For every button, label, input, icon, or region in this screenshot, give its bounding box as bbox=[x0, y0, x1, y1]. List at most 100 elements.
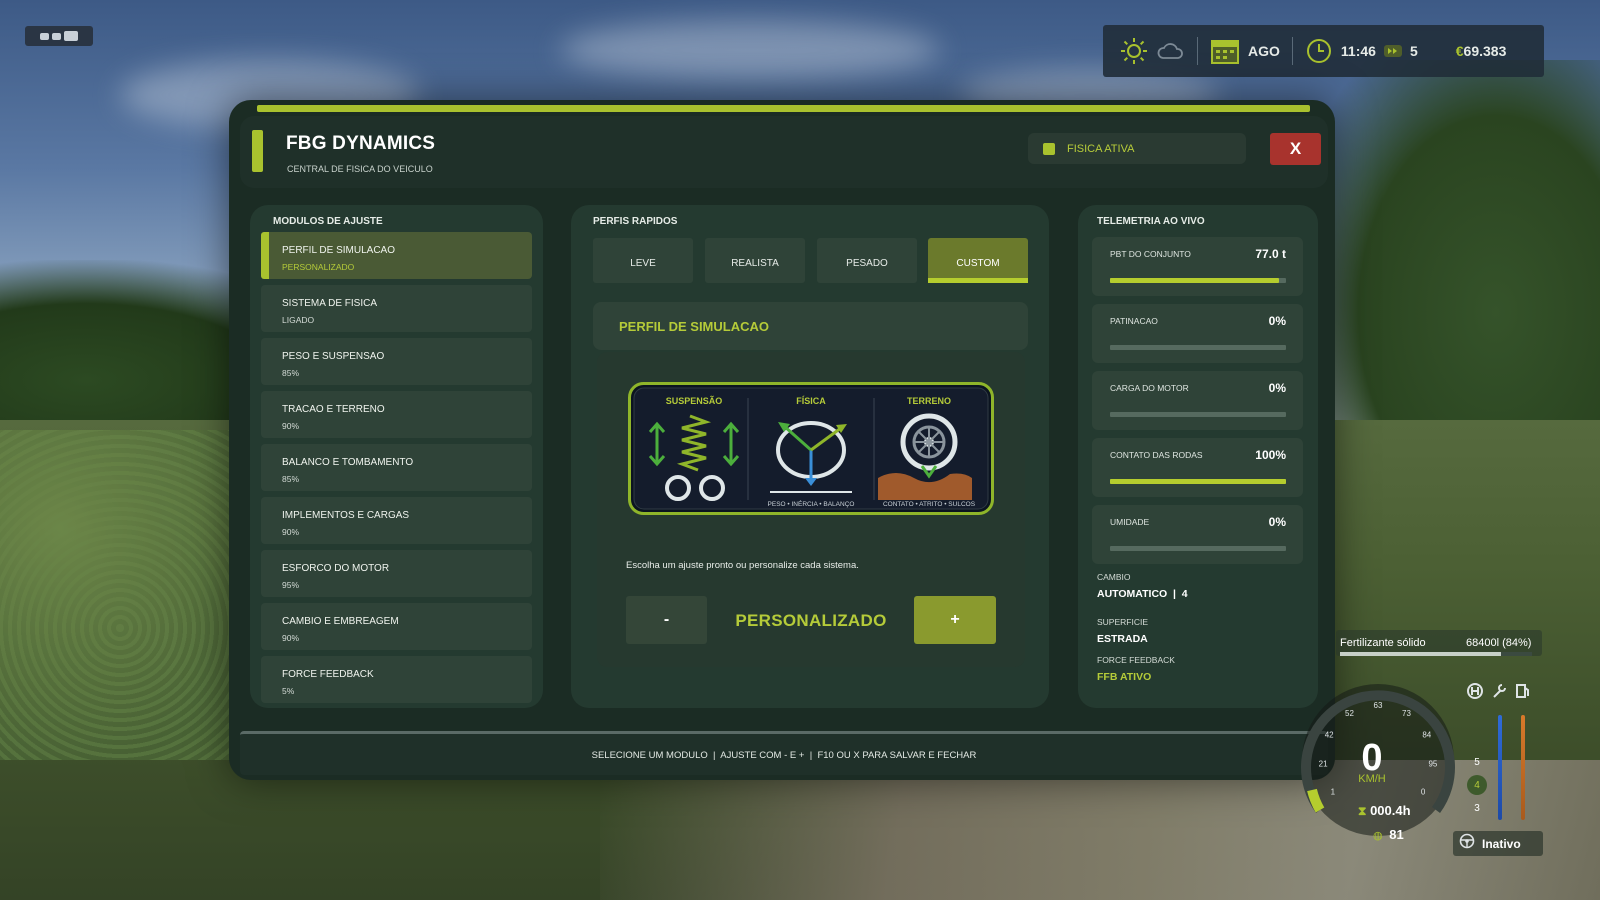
telemetry-label: UMIDADE bbox=[1110, 517, 1150, 527]
gearbox-label: CAMBIO bbox=[1097, 572, 1131, 582]
surface-label: SUPERFICIE bbox=[1097, 617, 1149, 627]
telemetry-bar bbox=[1110, 278, 1286, 283]
modules-heading: MODULOS DE AJUSTE bbox=[273, 216, 383, 227]
panel-title: FBG DYNAMICS bbox=[286, 133, 436, 154]
fuel-bar bbox=[1521, 715, 1525, 820]
module-item-tracao-e-terreno[interactable]: TRACAO E TERRENO 90% bbox=[261, 391, 532, 438]
cloud bbox=[560, 20, 940, 80]
fuel-icon: ◍ bbox=[1373, 830, 1383, 842]
vehicle-combination-indicator bbox=[25, 26, 93, 46]
speed-unit: KM/H bbox=[1358, 773, 1386, 785]
gauge-tick-label: 73 bbox=[1402, 709, 1411, 718]
status-indicator-icon bbox=[1043, 142, 1055, 155]
fuel-pump-icon bbox=[1514, 682, 1532, 705]
cruise-status-badge: Inativo bbox=[1453, 831, 1543, 856]
header-accent bbox=[252, 130, 263, 172]
operating-hours-value: 000.4h bbox=[1370, 803, 1411, 818]
module-item-sistema-de-fisica[interactable]: SISTEMA DE FISICA LIGADO bbox=[261, 285, 532, 332]
module-item-balanco-e-tombamento[interactable]: BALANCO E TOMBAMENTO 85% bbox=[261, 444, 532, 491]
module-value: 85% bbox=[282, 474, 300, 484]
gauge-tick-label: 21 bbox=[1319, 760, 1328, 769]
profile-hint-text: Escolha um ajuste pronto ou personalize … bbox=[626, 560, 859, 571]
gear-indicator-active: 4 bbox=[1467, 775, 1487, 795]
temperature-bar bbox=[1498, 715, 1502, 820]
telemetry-bar bbox=[1110, 479, 1286, 484]
vehicle-icon bbox=[40, 32, 49, 40]
ffb-value: FFB ATIVO bbox=[1097, 671, 1152, 683]
module-item-esforco-do-motor[interactable]: ESFORCO DO MOTOR 95% bbox=[261, 550, 532, 597]
module-item-implementos-e-cargas[interactable]: IMPLEMENTOS E CARGAS 90% bbox=[261, 497, 532, 544]
differential-icon bbox=[1466, 682, 1484, 705]
telemetry-heading: TELEMETRIA AO VIVO bbox=[1097, 216, 1205, 227]
tab-leve[interactable]: LEVE bbox=[593, 238, 693, 283]
telemetry-bar bbox=[1110, 412, 1286, 417]
cruise-status-label: Inativo bbox=[1482, 836, 1521, 851]
telemetry-bar bbox=[1110, 546, 1286, 551]
vehicle-icon bbox=[52, 32, 61, 40]
module-item-perfil-de-simulacao[interactable]: PERFIL DE SIMULACAO PERSONALIZADO bbox=[261, 232, 532, 279]
tab-pesado[interactable]: PESADO bbox=[817, 238, 917, 283]
money-label: 69.383 bbox=[1463, 43, 1507, 59]
telemetry-patinacao: PATINACAO 0% bbox=[1092, 304, 1303, 363]
diagram-caption-physics: PESO • INÉRCIA • BALANÇO bbox=[768, 499, 855, 508]
money: € 69.383 bbox=[1456, 43, 1507, 59]
footer-instructions: SELECIONE UM MODULO | AJUSTE COM - E + |… bbox=[591, 750, 977, 761]
profile-section-title: PERFIL DE SIMULACAO bbox=[619, 319, 769, 334]
vehicle-status-icons bbox=[1466, 682, 1532, 705]
diagram-label-terreno: TERRENO bbox=[907, 396, 951, 406]
module-item-peso-e-suspensao[interactable]: PESO E SUSPENSAO 85% bbox=[261, 338, 532, 385]
profiles-heading: PERFIS RAPIDOS bbox=[593, 216, 678, 227]
fast-forward-icon bbox=[1383, 45, 1402, 57]
weather bbox=[1119, 36, 1185, 66]
module-label: TRACAO E TERRENO bbox=[282, 404, 385, 415]
module-item-force-feedback[interactable]: FORCE FEEDBACK 5% bbox=[261, 656, 532, 703]
fill-level-bar bbox=[1340, 652, 1532, 656]
module-label: IMPLEMENTOS E CARGAS bbox=[282, 510, 410, 521]
module-value: LIGADO bbox=[282, 315, 315, 325]
gear-indicator-5: 5 bbox=[1474, 757, 1480, 768]
module-value: 90% bbox=[282, 527, 300, 537]
ffb-label: FORCE FEEDBACK bbox=[1097, 655, 1175, 665]
divider bbox=[1291, 37, 1293, 65]
module-item-cambio-e-embreagem[interactable]: CAMBIO E EMBREAGEM 90% bbox=[261, 603, 532, 650]
telemetry-label: PATINACAO bbox=[1110, 316, 1158, 326]
module-value: 5% bbox=[282, 686, 295, 696]
close-button[interactable]: X bbox=[1270, 133, 1321, 165]
decrease-button[interactable]: - bbox=[626, 596, 707, 644]
module-label: FORCE FEEDBACK bbox=[282, 669, 374, 680]
panel-accent-line bbox=[257, 105, 1310, 112]
panel-subtitle: CENTRAL DE FISICA DO VEICULO bbox=[287, 164, 433, 174]
gauge-tick-label: 63 bbox=[1374, 701, 1383, 710]
truck-icon bbox=[64, 31, 78, 41]
hourglass-icon: ⧗ bbox=[1358, 804, 1367, 818]
telemetry-bar-fill bbox=[1110, 479, 1286, 484]
status-label: FISICA ATIVA bbox=[1067, 142, 1135, 155]
module-label: PESO E SUSPENSAO bbox=[282, 351, 385, 362]
module-label: SISTEMA DE FISICA bbox=[282, 298, 378, 309]
gauge-tick-label: 42 bbox=[1325, 731, 1334, 740]
fill-amount-label: 68400l (84%) bbox=[1466, 637, 1532, 649]
tab-realista[interactable]: REALISTA bbox=[705, 238, 805, 283]
currency-icon: € bbox=[1455, 43, 1464, 59]
gear-indicator-3: 3 bbox=[1474, 803, 1480, 814]
fuel-level-value: 81 bbox=[1389, 827, 1404, 842]
telemetry-pbt: PBT DO CONJUNTO 77.0 t bbox=[1092, 237, 1303, 296]
gauge-tick-label: 84 bbox=[1422, 731, 1431, 740]
telemetry-bar bbox=[1110, 345, 1286, 350]
time-scale-label: 5 bbox=[1409, 43, 1418, 59]
gearbox-value: AUTOMATICO | 4 bbox=[1097, 588, 1188, 600]
profile-value: PERSONALIZADO bbox=[735, 611, 887, 630]
telemetry-bar-fill bbox=[1110, 278, 1279, 283]
module-value: 90% bbox=[282, 421, 300, 431]
fuel-level: ◍ 81 bbox=[1373, 827, 1404, 842]
telemetry-umidade: UMIDADE 0% bbox=[1092, 505, 1303, 564]
telemetry-value: 77.0 t bbox=[1255, 247, 1286, 261]
diagram-label-suspensao: SUSPENSÃO bbox=[666, 396, 723, 406]
cloud-icon bbox=[1157, 41, 1185, 61]
tab-custom[interactable]: CUSTOM bbox=[928, 238, 1028, 283]
gauge-tick-label: 52 bbox=[1345, 709, 1354, 718]
increase-button[interactable]: + bbox=[914, 596, 996, 644]
date: AGO bbox=[1210, 37, 1280, 65]
module-label: CAMBIO E EMBREAGEM bbox=[282, 616, 399, 627]
